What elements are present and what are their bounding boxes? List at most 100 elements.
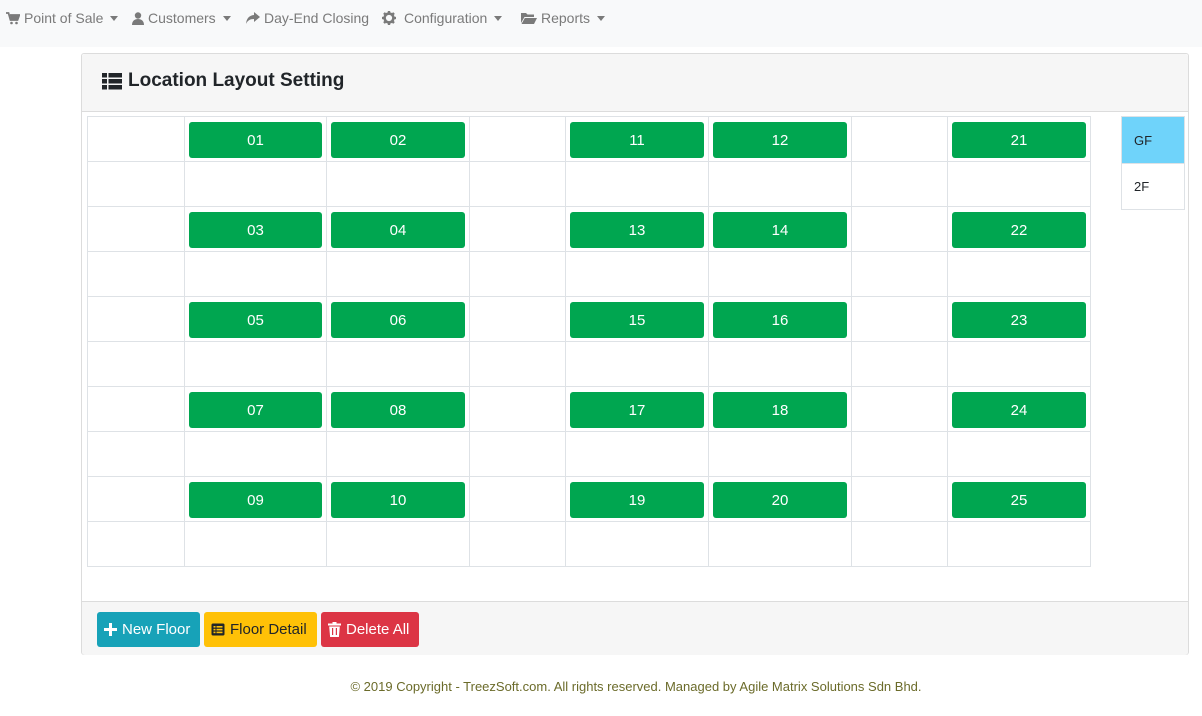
grid-cell[interactable]: 20 (708, 476, 852, 522)
location-button[interactable]: 10 (331, 482, 465, 518)
grid-cell[interactable]: 24 (947, 386, 1091, 432)
location-button[interactable]: 20 (713, 482, 847, 518)
location-button[interactable]: 25 (952, 482, 1086, 518)
grid-cell[interactable]: 12 (708, 116, 852, 162)
grid-cell[interactable] (326, 161, 470, 207)
location-button[interactable]: 07 (189, 392, 322, 428)
grid-cell[interactable] (184, 431, 327, 477)
grid-cell[interactable]: 09 (184, 476, 327, 522)
grid-cell[interactable]: 14 (708, 206, 852, 252)
location-button[interactable]: 24 (952, 392, 1086, 428)
grid-cell[interactable]: 23 (947, 296, 1091, 342)
grid-cell[interactable] (326, 431, 470, 477)
grid-cell[interactable] (87, 386, 185, 432)
grid-cell[interactable] (469, 116, 566, 162)
grid-cell[interactable]: 22 (947, 206, 1091, 252)
grid-cell[interactable] (565, 251, 709, 297)
nav-point-of-sale[interactable]: Point of Sale (6, 0, 119, 36)
grid-cell[interactable]: 21 (947, 116, 1091, 162)
grid-cell[interactable] (87, 476, 185, 522)
grid-cell[interactable]: 11 (565, 116, 709, 162)
grid-cell[interactable] (851, 206, 948, 252)
grid-cell[interactable] (851, 476, 948, 522)
grid-cell[interactable] (184, 521, 327, 567)
grid-cell[interactable] (184, 161, 327, 207)
grid-cell[interactable] (87, 341, 185, 387)
new-floor-button[interactable]: New Floor (97, 612, 200, 647)
grid-cell[interactable]: 01 (184, 116, 327, 162)
grid-cell[interactable] (87, 521, 185, 567)
grid-cell[interactable] (469, 206, 566, 252)
grid-cell[interactable] (87, 116, 185, 162)
grid-cell[interactable] (947, 341, 1091, 387)
grid-cell[interactable] (851, 341, 948, 387)
grid-cell[interactable]: 02 (326, 116, 470, 162)
location-button[interactable]: 15 (570, 302, 704, 338)
location-button[interactable]: 18 (713, 392, 847, 428)
location-button[interactable]: 13 (570, 212, 704, 248)
grid-cell[interactable] (469, 341, 566, 387)
grid-cell[interactable]: 25 (947, 476, 1091, 522)
grid-cell[interactable] (708, 251, 852, 297)
location-button[interactable]: 04 (331, 212, 465, 248)
grid-cell[interactable] (708, 431, 852, 477)
grid-cell[interactable] (184, 341, 327, 387)
grid-cell[interactable] (87, 251, 185, 297)
grid-cell[interactable] (469, 476, 566, 522)
grid-cell[interactable] (851, 296, 948, 342)
grid-cell[interactable] (947, 161, 1091, 207)
grid-cell[interactable] (851, 431, 948, 477)
grid-cell[interactable] (469, 251, 566, 297)
grid-cell[interactable]: 04 (326, 206, 470, 252)
grid-cell[interactable]: 06 (326, 296, 470, 342)
location-button[interactable]: 17 (570, 392, 704, 428)
grid-cell[interactable]: 10 (326, 476, 470, 522)
grid-cell[interactable] (469, 296, 566, 342)
grid-cell[interactable] (947, 251, 1091, 297)
grid-cell[interactable] (947, 431, 1091, 477)
grid-cell[interactable] (87, 296, 185, 342)
floor-item-gf[interactable]: GF (1122, 117, 1184, 163)
location-button[interactable]: 19 (570, 482, 704, 518)
location-button[interactable]: 11 (570, 122, 704, 158)
floor-detail-button[interactable]: Floor Detail (204, 612, 317, 647)
grid-cell[interactable]: 08 (326, 386, 470, 432)
grid-cell[interactable]: 15 (565, 296, 709, 342)
grid-cell[interactable]: 18 (708, 386, 852, 432)
grid-cell[interactable] (565, 431, 709, 477)
grid-cell[interactable] (87, 431, 185, 477)
location-button[interactable]: 21 (952, 122, 1086, 158)
location-button[interactable]: 06 (331, 302, 465, 338)
location-button[interactable]: 16 (713, 302, 847, 338)
nav-reports[interactable]: Reports (521, 0, 606, 36)
location-button[interactable]: 09 (189, 482, 322, 518)
grid-cell[interactable] (851, 251, 948, 297)
grid-cell[interactable] (326, 521, 470, 567)
grid-cell[interactable] (87, 206, 185, 252)
grid-cell[interactable]: 13 (565, 206, 709, 252)
grid-cell[interactable]: 03 (184, 206, 327, 252)
grid-cell[interactable] (326, 251, 470, 297)
location-button[interactable]: 02 (331, 122, 465, 158)
grid-cell[interactable] (708, 161, 852, 207)
grid-cell[interactable] (565, 341, 709, 387)
location-button[interactable]: 08 (331, 392, 465, 428)
grid-cell[interactable] (708, 341, 852, 387)
grid-cell[interactable] (184, 251, 327, 297)
floor-item-2f[interactable]: 2F (1122, 163, 1184, 209)
grid-cell[interactable]: 17 (565, 386, 709, 432)
grid-cell[interactable] (708, 521, 852, 567)
location-button[interactable]: 03 (189, 212, 322, 248)
location-button[interactable]: 14 (713, 212, 847, 248)
grid-cell[interactable]: 19 (565, 476, 709, 522)
grid-cell[interactable] (851, 161, 948, 207)
location-button[interactable]: 01 (189, 122, 322, 158)
grid-cell[interactable] (469, 521, 566, 567)
grid-cell[interactable]: 16 (708, 296, 852, 342)
grid-cell[interactable] (469, 161, 566, 207)
grid-cell[interactable] (851, 116, 948, 162)
location-button[interactable]: 12 (713, 122, 847, 158)
location-button[interactable]: 05 (189, 302, 322, 338)
location-button[interactable]: 23 (952, 302, 1086, 338)
grid-cell[interactable] (469, 431, 566, 477)
